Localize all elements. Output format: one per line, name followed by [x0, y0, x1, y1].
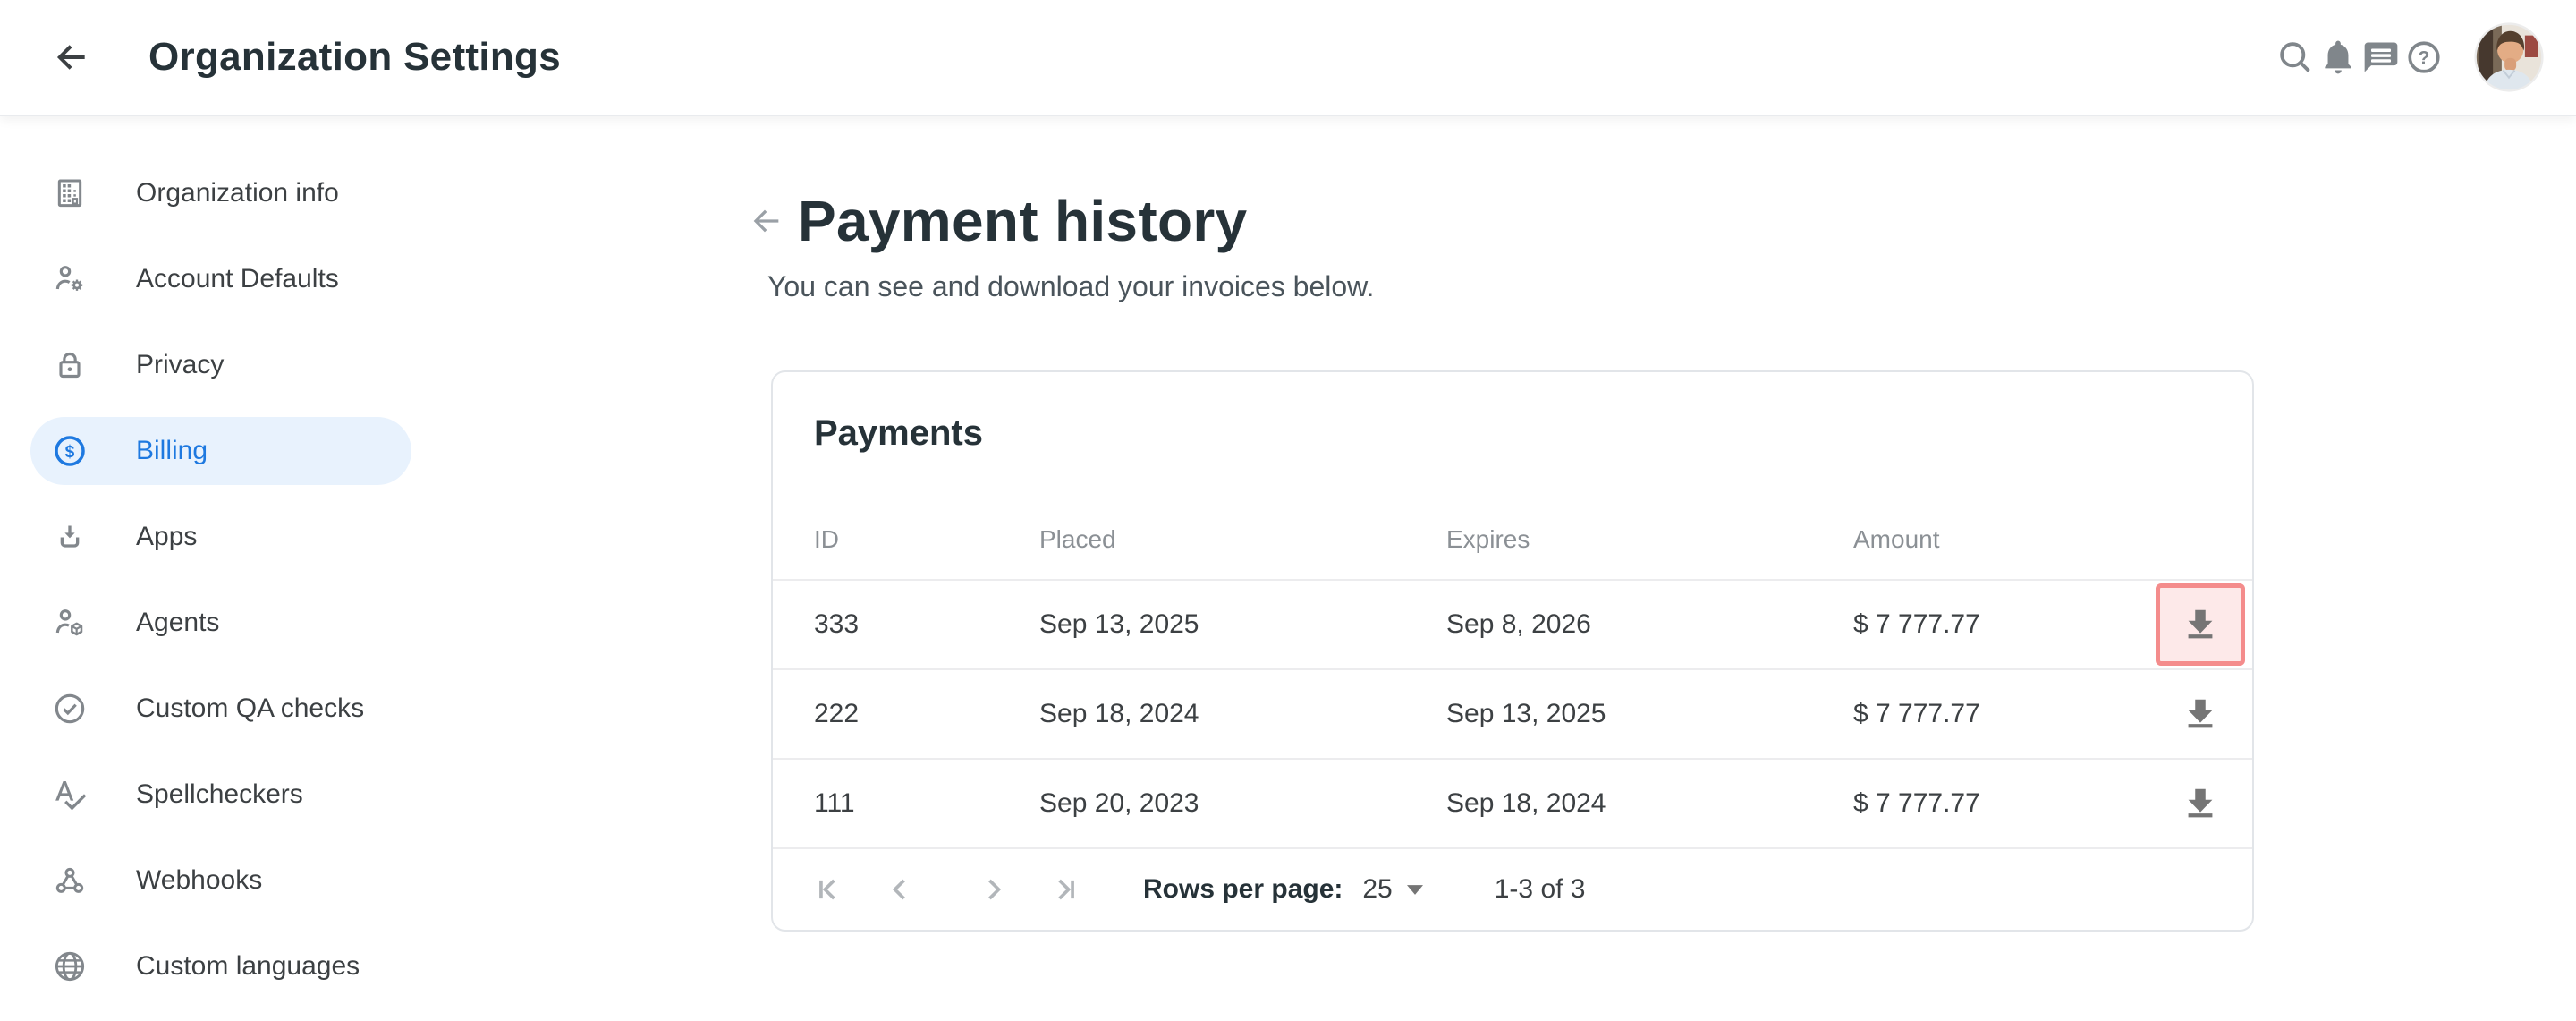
cell-amount: $ 7 777.77 — [1853, 609, 2152, 640]
page-subtitle: You can see and download your invoices b… — [767, 270, 2576, 303]
first-page-button[interactable] — [807, 868, 850, 911]
user-avatar[interactable] — [2474, 22, 2544, 92]
download-icon — [2180, 693, 2221, 735]
chevron-right-icon — [974, 870, 1013, 909]
column-header-amount: Amount — [1853, 525, 2152, 554]
column-header-placed: Placed — [1039, 525, 1446, 554]
sidebar-item-account-defaults[interactable]: Account Defaults — [30, 245, 411, 313]
person-gear-icon — [52, 261, 88, 297]
last-page-button[interactable] — [1044, 868, 1087, 911]
sidebar-item-label: Agents — [136, 608, 219, 638]
sidebar-item-agents[interactable]: Agents — [30, 589, 411, 657]
download-invoice-button[interactable] — [2156, 673, 2245, 755]
topbar: Organization Settings ? — [0, 0, 2576, 115]
last-page-icon — [1046, 870, 1085, 909]
check-circle-icon — [52, 691, 88, 727]
search-button[interactable] — [2274, 36, 2317, 79]
cell-amount: $ 7 777.77 — [1853, 699, 2152, 729]
table-row: 111 Sep 20, 2023 Sep 18, 2024 $ 7 777.77 — [773, 758, 2252, 847]
back-arrow-icon — [52, 38, 91, 77]
sidebar-item-organization-info[interactable]: Organization info — [30, 159, 411, 227]
chat-icon — [2361, 38, 2401, 77]
cell-id: 222 — [814, 699, 1039, 729]
next-page-button[interactable] — [972, 868, 1015, 911]
sidebar-item-apps[interactable]: Apps — [30, 503, 411, 571]
bell-icon — [2318, 38, 2358, 77]
building-icon — [52, 175, 88, 211]
rows-per-page-label: Rows per page: — [1143, 874, 1343, 905]
sidebar-item-label: Privacy — [136, 350, 224, 380]
sidebar-item-privacy[interactable]: Privacy — [30, 331, 411, 399]
back-arrow-small-icon — [749, 203, 784, 239]
rows-per-page-value: 25 — [1362, 874, 1392, 905]
cell-amount: $ 7 777.77 — [1853, 788, 2152, 819]
cell-id: 333 — [814, 609, 1039, 640]
webhook-icon — [52, 863, 88, 898]
svg-text:?: ? — [2419, 48, 2430, 69]
sidebar-item-label: Account Defaults — [136, 264, 339, 294]
previous-page-button[interactable] — [878, 868, 921, 911]
search-icon — [2275, 38, 2315, 77]
download-icon — [2180, 604, 2221, 645]
first-page-icon — [809, 870, 848, 909]
cell-placed: Sep 18, 2024 — [1039, 699, 1446, 729]
topbar-actions: ? — [2274, 22, 2544, 92]
notifications-button[interactable] — [2317, 36, 2360, 79]
sidebar-item-label: Billing — [136, 436, 208, 466]
sidebar-item-label: Spellcheckers — [136, 779, 303, 810]
spellcheck-icon — [52, 777, 88, 813]
sidebar-item-label: Custom QA checks — [136, 693, 364, 724]
caret-down-icon — [1407, 885, 1423, 895]
cell-expires: Sep 13, 2025 — [1446, 699, 1853, 729]
table-row: 222 Sep 18, 2024 Sep 13, 2025 $ 7 777.77 — [773, 668, 2252, 758]
person-cube-icon — [52, 605, 88, 641]
card-title: Payments — [773, 372, 2252, 455]
table-row: 333 Sep 13, 2025 Sep 8, 2026 $ 7 777.77 — [773, 579, 2252, 668]
page-title: Payment history — [798, 188, 1247, 254]
sidebar-item-label: Custom languages — [136, 951, 360, 982]
sidebar-item-webhooks[interactable]: Webhooks — [30, 847, 411, 915]
column-header-expires: Expires — [1446, 525, 1853, 554]
table-pagination: Rows per page: 25 1-3 of 3 — [773, 847, 2252, 930]
download-invoice-button[interactable] — [2156, 762, 2245, 845]
help-button[interactable]: ? — [2402, 36, 2445, 79]
chevron-left-icon — [880, 870, 919, 909]
download-tray-icon — [52, 519, 88, 555]
sidebar-item-spellcheckers[interactable]: Spellcheckers — [30, 761, 411, 829]
cell-placed: Sep 20, 2023 — [1039, 788, 1446, 819]
lock-icon — [52, 347, 88, 383]
sidebar-item-label: Webhooks — [136, 865, 262, 896]
cell-expires: Sep 8, 2026 — [1446, 609, 1853, 640]
main-area: Payment history You can see and download… — [465, 115, 2576, 1021]
app-title: Organization Settings — [148, 35, 561, 80]
page-back-button[interactable] — [745, 200, 788, 242]
help-icon: ? — [2404, 38, 2444, 77]
download-icon — [2180, 783, 2221, 824]
page-heading-row: Payment history — [745, 188, 2576, 254]
settings-sidebar: Organization info Account Defaults Priva… — [0, 115, 465, 1021]
globe-icon — [52, 949, 88, 984]
chat-button[interactable] — [2360, 36, 2402, 79]
sidebar-item-custom-qa-checks[interactable]: Custom QA checks — [30, 675, 411, 743]
cell-id: 111 — [814, 788, 1039, 819]
sidebar-item-custom-languages[interactable]: Custom languages — [30, 932, 411, 1000]
dollar-circle-icon: $ — [52, 433, 88, 469]
table-header-row: ID Placed Expires Amount — [773, 455, 2252, 579]
pagination-range: 1-3 of 3 — [1495, 874, 1586, 905]
cell-placed: Sep 13, 2025 — [1039, 609, 1446, 640]
page-body: Organization info Account Defaults Priva… — [0, 115, 2576, 1021]
sidebar-item-label: Organization info — [136, 178, 339, 208]
sidebar-item-billing[interactable]: $ Billing — [30, 417, 411, 485]
payments-card: Payments ID Placed Expires Amount 333 Se… — [771, 370, 2254, 932]
svg-text:$: $ — [65, 443, 75, 462]
back-button[interactable] — [50, 36, 93, 79]
sidebar-item-label: Apps — [136, 522, 197, 552]
rows-per-page-select[interactable]: 25 — [1362, 874, 1422, 905]
column-header-id: ID — [814, 525, 1039, 554]
download-invoice-button[interactable] — [2156, 583, 2245, 666]
cell-expires: Sep 18, 2024 — [1446, 788, 1853, 819]
